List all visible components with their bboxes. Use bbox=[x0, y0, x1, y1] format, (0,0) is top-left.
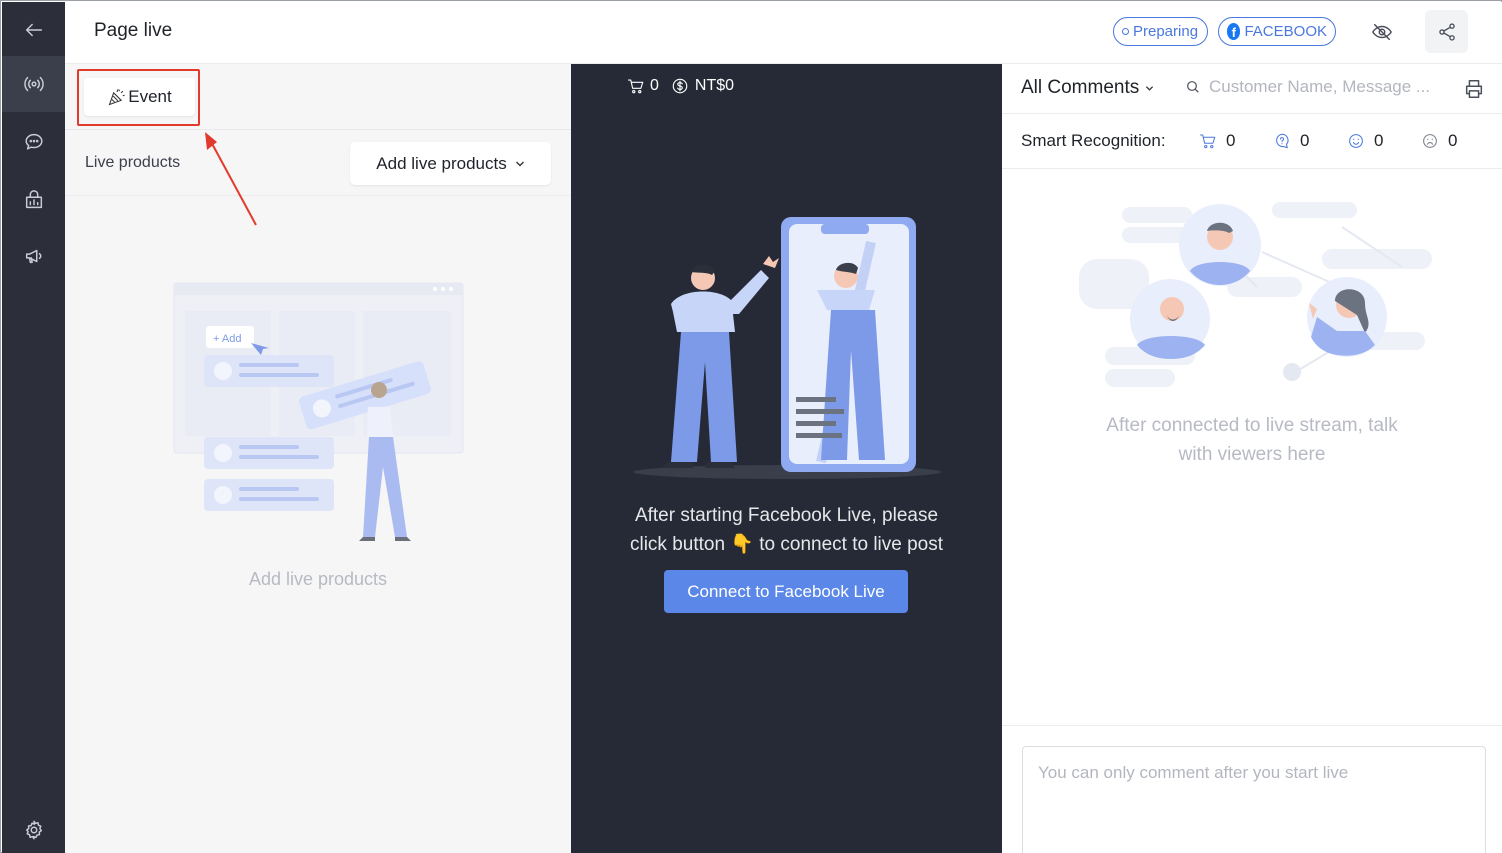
comments-toolbar: All Comments bbox=[1002, 64, 1502, 114]
search-input[interactable] bbox=[1209, 77, 1449, 97]
instruction-line-1: After starting Facebook Live, please bbox=[634, 505, 939, 526]
shop-stats-icon bbox=[25, 190, 42, 209]
sidebar-item-shop[interactable] bbox=[2, 172, 65, 228]
chevron-down-icon bbox=[515, 161, 524, 166]
smart-sad-count: 0 bbox=[1448, 131, 1458, 150]
sidebar-item-marketing[interactable] bbox=[2, 228, 65, 284]
settings-gear-icon bbox=[25, 820, 42, 840]
status-dot-icon bbox=[1122, 28, 1129, 35]
add-live-products-label: Add live products bbox=[376, 153, 507, 173]
live-stream-panel: 0 NT$0 After starting Facebook Live, ple… bbox=[571, 64, 1002, 853]
empty-state-line-2: with viewers here bbox=[1178, 444, 1326, 465]
comment-input[interactable]: You can only comment after you start liv… bbox=[1022, 746, 1486, 853]
platform-label: FACEBOOK bbox=[1244, 23, 1327, 40]
event-button-label: Event bbox=[128, 87, 172, 106]
smart-cart-count: 0 bbox=[1226, 131, 1236, 150]
cart-icon bbox=[627, 79, 644, 94]
question-bubble-icon bbox=[1276, 133, 1289, 149]
smart-happy-filter[interactable]: 0 bbox=[1347, 131, 1383, 151]
cart-icon bbox=[1199, 134, 1216, 149]
live-products-bar: Live products Add live products bbox=[65, 130, 571, 196]
smart-cart-filter[interactable]: 0 bbox=[1199, 131, 1235, 151]
add-products-illustration: + Add bbox=[173, 282, 464, 541]
illustration-add-label: + Add bbox=[213, 333, 241, 345]
sidebar-item-chat[interactable] bbox=[2, 114, 65, 170]
back-button[interactable] bbox=[2, 2, 65, 58]
add-live-products-button[interactable]: Add live products bbox=[350, 142, 551, 185]
viewers-chat-illustration bbox=[1079, 202, 1432, 387]
smart-question-count: 0 bbox=[1300, 131, 1310, 150]
status-label: Preparing bbox=[1133, 23, 1199, 40]
sidebar-item-live[interactable] bbox=[2, 56, 65, 112]
chat-icon bbox=[24, 133, 43, 150]
sidebar-item-settings[interactable] bbox=[2, 802, 65, 853]
print-button[interactable] bbox=[1459, 74, 1489, 104]
comment-composer: You can only comment after you start liv… bbox=[1002, 725, 1502, 853]
pointing-down-emoji-icon: 👇 bbox=[730, 534, 754, 555]
live-stats: 0 NT$0 bbox=[627, 77, 734, 95]
smart-happy-count: 0 bbox=[1374, 131, 1384, 150]
instruction-line-2-before: click button bbox=[629, 534, 726, 555]
live-products-label: Live products bbox=[85, 154, 181, 171]
megaphone-icon bbox=[25, 249, 41, 264]
share-button[interactable] bbox=[1425, 10, 1468, 53]
happy-face-icon bbox=[1349, 134, 1363, 148]
instruction-line-2: click button 👇 to connect to live post bbox=[571, 530, 1002, 559]
status-badge: Preparing bbox=[1113, 17, 1208, 46]
eye-off-icon bbox=[1372, 23, 1392, 41]
printer-icon bbox=[1465, 80, 1483, 98]
sad-face-icon bbox=[1423, 134, 1437, 148]
party-popper-icon bbox=[108, 89, 125, 106]
live-products-panel: Event Live products Add live products + … bbox=[65, 64, 571, 853]
dollar-coin-icon bbox=[672, 78, 688, 94]
smart-recognition-label: Smart Recognition: bbox=[1021, 131, 1166, 150]
share-icon bbox=[1438, 22, 1455, 41]
page-title: Page live bbox=[94, 20, 173, 41]
event-button[interactable]: Event bbox=[84, 78, 195, 116]
app-window: Page live Preparing f FACEBOOK Event Liv… bbox=[0, 0, 1502, 853]
smart-sad-filter[interactable]: 0 bbox=[1421, 131, 1457, 151]
visibility-toggle-button[interactable] bbox=[1362, 16, 1402, 48]
center-instruction: After starting Facebook Live, please cli… bbox=[571, 501, 1002, 559]
empty-products-text: Add live products bbox=[248, 569, 388, 589]
facebook-live-illustration bbox=[633, 217, 941, 479]
smart-recognition-bar: Smart Recognition: 0 0 0 0 bbox=[1002, 114, 1502, 169]
sales-amount: NT$0 bbox=[694, 77, 735, 94]
cart-count: 0 bbox=[650, 77, 659, 94]
facebook-logo-icon: f bbox=[1227, 23, 1241, 40]
connect-facebook-live-button[interactable]: Connect to Facebook Live bbox=[664, 570, 908, 613]
empty-state-line-1: After connected to live stream, talk bbox=[1106, 415, 1398, 436]
comments-empty-state: After connected to live stream, talk wit… bbox=[1002, 411, 1502, 469]
comments-filter-label: All Comments bbox=[1021, 77, 1140, 98]
top-header: Page live Preparing f FACEBOOK bbox=[65, 2, 1502, 64]
back-arrow-icon bbox=[25, 23, 42, 37]
search-icon bbox=[1187, 81, 1199, 93]
sidebar bbox=[2, 2, 65, 853]
comment-search bbox=[1185, 77, 1449, 97]
instruction-line-2-after: to connect to live post bbox=[759, 534, 944, 555]
live-broadcast-icon bbox=[23, 76, 44, 92]
smart-question-filter[interactable]: 0 bbox=[1273, 131, 1309, 151]
platform-badge: f FACEBOOK bbox=[1218, 17, 1336, 46]
comments-panel: All Comments Smart Recognition: 0 0 bbox=[1002, 64, 1502, 853]
event-bar: Event bbox=[65, 64, 571, 130]
comments-filter-dropdown[interactable]: All Comments bbox=[1021, 77, 1154, 99]
chevron-down-icon bbox=[1146, 85, 1154, 91]
